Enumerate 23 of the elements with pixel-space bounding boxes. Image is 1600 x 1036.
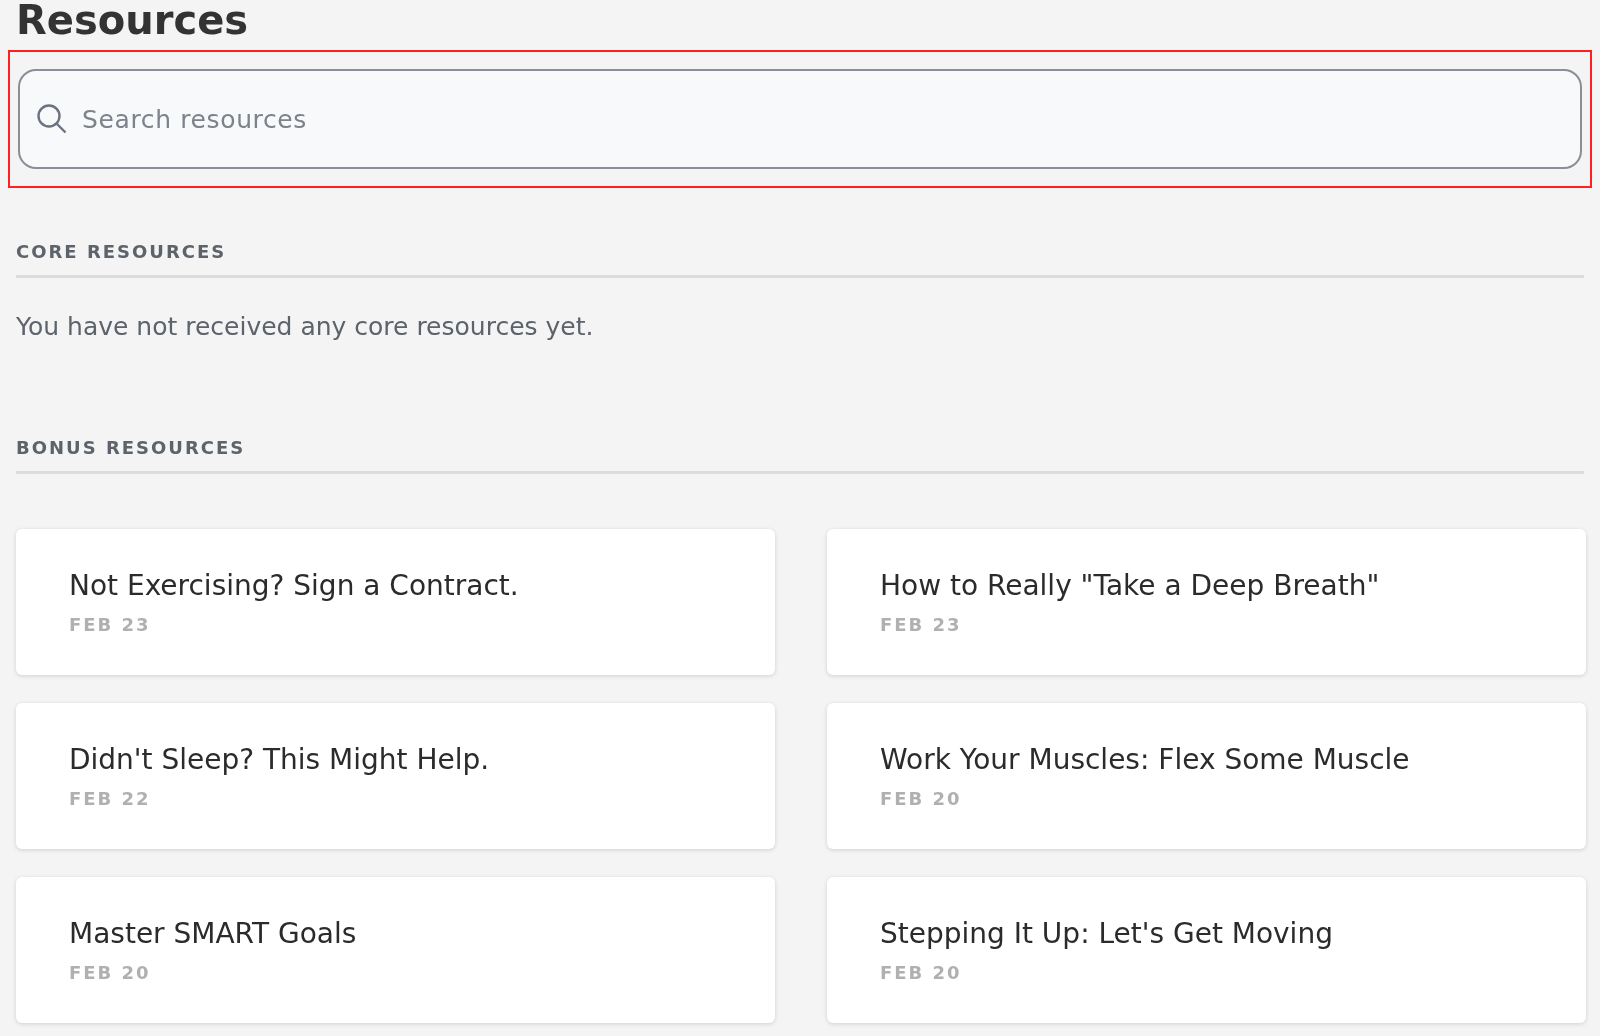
resource-title: Not Exercising? Sign a Contract.	[69, 567, 520, 604]
resource-title: Work Your Muscles: Flex Some Muscle	[880, 741, 1411, 778]
resource-date: FEB 20	[880, 786, 963, 811]
resource-title: Master SMART Goals	[69, 915, 358, 952]
search-field[interactable]: Search resources	[18, 69, 1582, 169]
page-title: Resources	[16, 0, 249, 44]
resource-date: FEB 23	[880, 612, 963, 637]
resource-card[interactable]: Stepping It Up: Let's Get Moving FEB 20	[827, 876, 1586, 1023]
section-heading: CORE RESOURCES	[16, 241, 227, 262]
resource-card[interactable]: Work Your Muscles: Flex Some Muscle FEB 20	[827, 702, 1586, 849]
resource-title: Didn't Sleep? This Might Help.	[69, 741, 491, 778]
resource-title: How to Really "Take a Deep Breath"	[880, 567, 1381, 604]
resource-title: Stepping It Up: Let's Get Moving	[880, 915, 1334, 952]
resource-card[interactable]: Didn't Sleep? This Might Help. FEB 22	[16, 702, 775, 849]
resource-card[interactable]: Not Exercising? Sign a Contract. FEB 23	[16, 528, 775, 675]
section-heading: BONUS RESOURCES	[16, 436, 246, 458]
empty-message: You have not received any core resources yet.	[16, 311, 595, 343]
resource-date: FEB 20	[880, 960, 963, 985]
resource-card[interactable]: Master SMART Goals FEB 20	[16, 876, 775, 1023]
resource-date: FEB 20	[69, 960, 152, 985]
resource-card[interactable]: How to Really "Take a Deep Breath" FEB 23	[827, 528, 1586, 675]
resource-date: FEB 22	[69, 786, 152, 811]
resource-date: FEB 23	[69, 612, 152, 637]
